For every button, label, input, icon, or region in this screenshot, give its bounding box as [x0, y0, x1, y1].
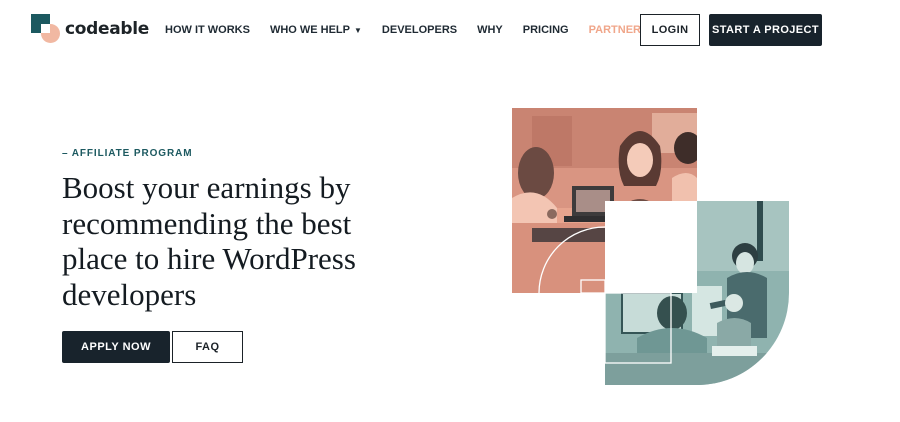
login-button[interactable]: LOGIN: [640, 14, 700, 46]
chevron-down-icon: ▼: [354, 25, 362, 35]
brand-name: codeable: [64, 19, 149, 39]
nav-item-pricing[interactable]: PRICING: [523, 24, 569, 36]
nav-item-developers[interactable]: DEVELOPERS: [382, 24, 457, 36]
site-header: codeable HOW IT WORKS WHO WE HELP ▼ DEVE…: [0, 0, 900, 60]
faq-button[interactable]: FAQ: [172, 331, 243, 363]
nav-item-why[interactable]: WHY: [477, 24, 503, 36]
nav-item-label: WHY: [477, 24, 503, 36]
nav-item-who-we-help[interactable]: WHO WE HELP ▼: [270, 24, 362, 36]
main-nav: HOW IT WORKS WHO WE HELP ▼ DEVELOPERS WH…: [165, 0, 680, 60]
nav-item-label: DEVELOPERS: [381, 24, 458, 36]
hero-eyebrow: – AFFILIATE PROGRAM: [62, 148, 193, 159]
start-project-button[interactable]: START A PROJECT: [709, 14, 822, 46]
nav-item-label: HOW IT WORKS: [165, 24, 250, 36]
brand-logo[interactable]: codeable: [31, 14, 149, 44]
nav-item-label: WHO WE HELP: [269, 24, 350, 36]
logo-mark-icon: [31, 14, 60, 44]
apply-now-button[interactable]: APPLY NOW: [62, 331, 170, 363]
nav-item-label: PRICING: [522, 24, 569, 36]
hero-illustration: [512, 108, 789, 385]
hero-headline: Boost your earnings by recommending the …: [62, 170, 356, 312]
overlay-square: [605, 201, 697, 293]
nav-item-how-it-works[interactable]: HOW IT WORKS: [165, 24, 250, 36]
